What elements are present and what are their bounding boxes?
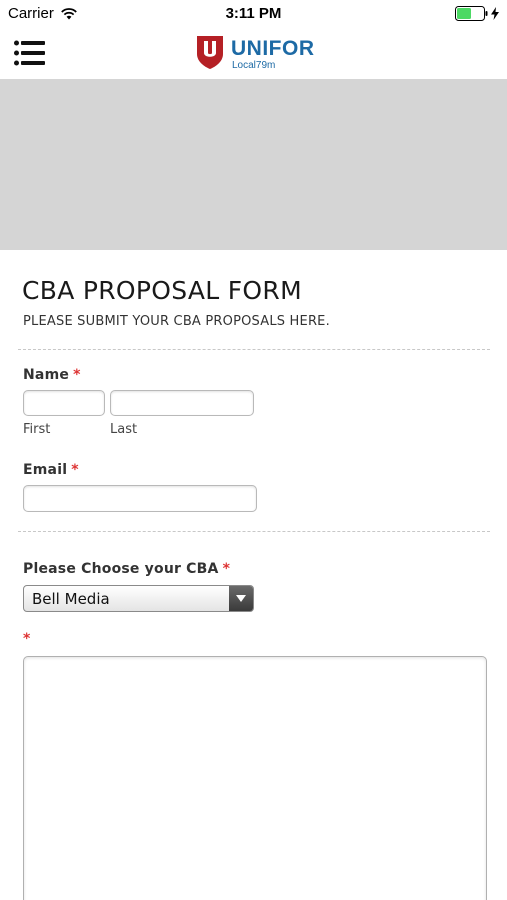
form-subtitle: PLEASE SUBMIT YOUR CBA PROPOSALS HERE. — [23, 314, 330, 329]
status-bar: Carrier 3:11 PM — [0, 0, 507, 28]
select-arrow-button[interactable] — [229, 586, 253, 611]
email-label: Email * — [23, 462, 79, 478]
proposal-required-marker: * — [23, 631, 31, 647]
required-marker: * — [73, 367, 81, 383]
chevron-down-icon — [236, 595, 246, 602]
last-name-input[interactable] — [110, 390, 254, 416]
email-input[interactable] — [23, 485, 257, 512]
cba-select[interactable]: Bell Media — [23, 585, 254, 612]
battery-icon — [455, 6, 488, 21]
status-time: 3:11 PM — [225, 5, 282, 22]
logo-wordmark: UNIFOR — [231, 37, 315, 60]
logo-local-label: Local79m — [232, 60, 276, 71]
name-label: Name * — [23, 367, 81, 383]
form-title: CBA PROPOSAL FORM — [22, 276, 302, 305]
charging-bolt-icon — [491, 7, 499, 20]
cba-selected-value: Bell Media — [32, 590, 110, 608]
required-marker: * — [222, 561, 231, 577]
first-name-input[interactable] — [23, 390, 105, 416]
proposal-textarea[interactable] — [23, 656, 487, 900]
divider — [18, 531, 490, 532]
last-name-sublabel: Last — [110, 422, 138, 437]
battery-group — [455, 6, 499, 21]
cba-label-text: Please Choose your CBA — [23, 561, 219, 577]
unifor-logo: UNIFOR Local79m — [195, 34, 315, 71]
cba-label: Please Choose your CBA * — [23, 561, 230, 577]
first-name-sublabel: First — [23, 422, 51, 437]
logo-text: UNIFOR Local79m — [231, 34, 315, 72]
divider — [18, 349, 490, 350]
nav-header: UNIFOR Local79m — [0, 28, 507, 79]
hamburger-menu-icon — [14, 40, 45, 66]
page: Carrier 3:11 PM UNIFOR Local79m CBA PROP… — [0, 0, 507, 900]
menu-button[interactable] — [14, 40, 46, 68]
name-label-text: Name — [23, 367, 70, 383]
required-marker: * — [71, 462, 79, 478]
email-label-text: Email — [23, 462, 68, 478]
banner-image — [0, 79, 507, 250]
unifor-shield-icon — [197, 36, 223, 69]
